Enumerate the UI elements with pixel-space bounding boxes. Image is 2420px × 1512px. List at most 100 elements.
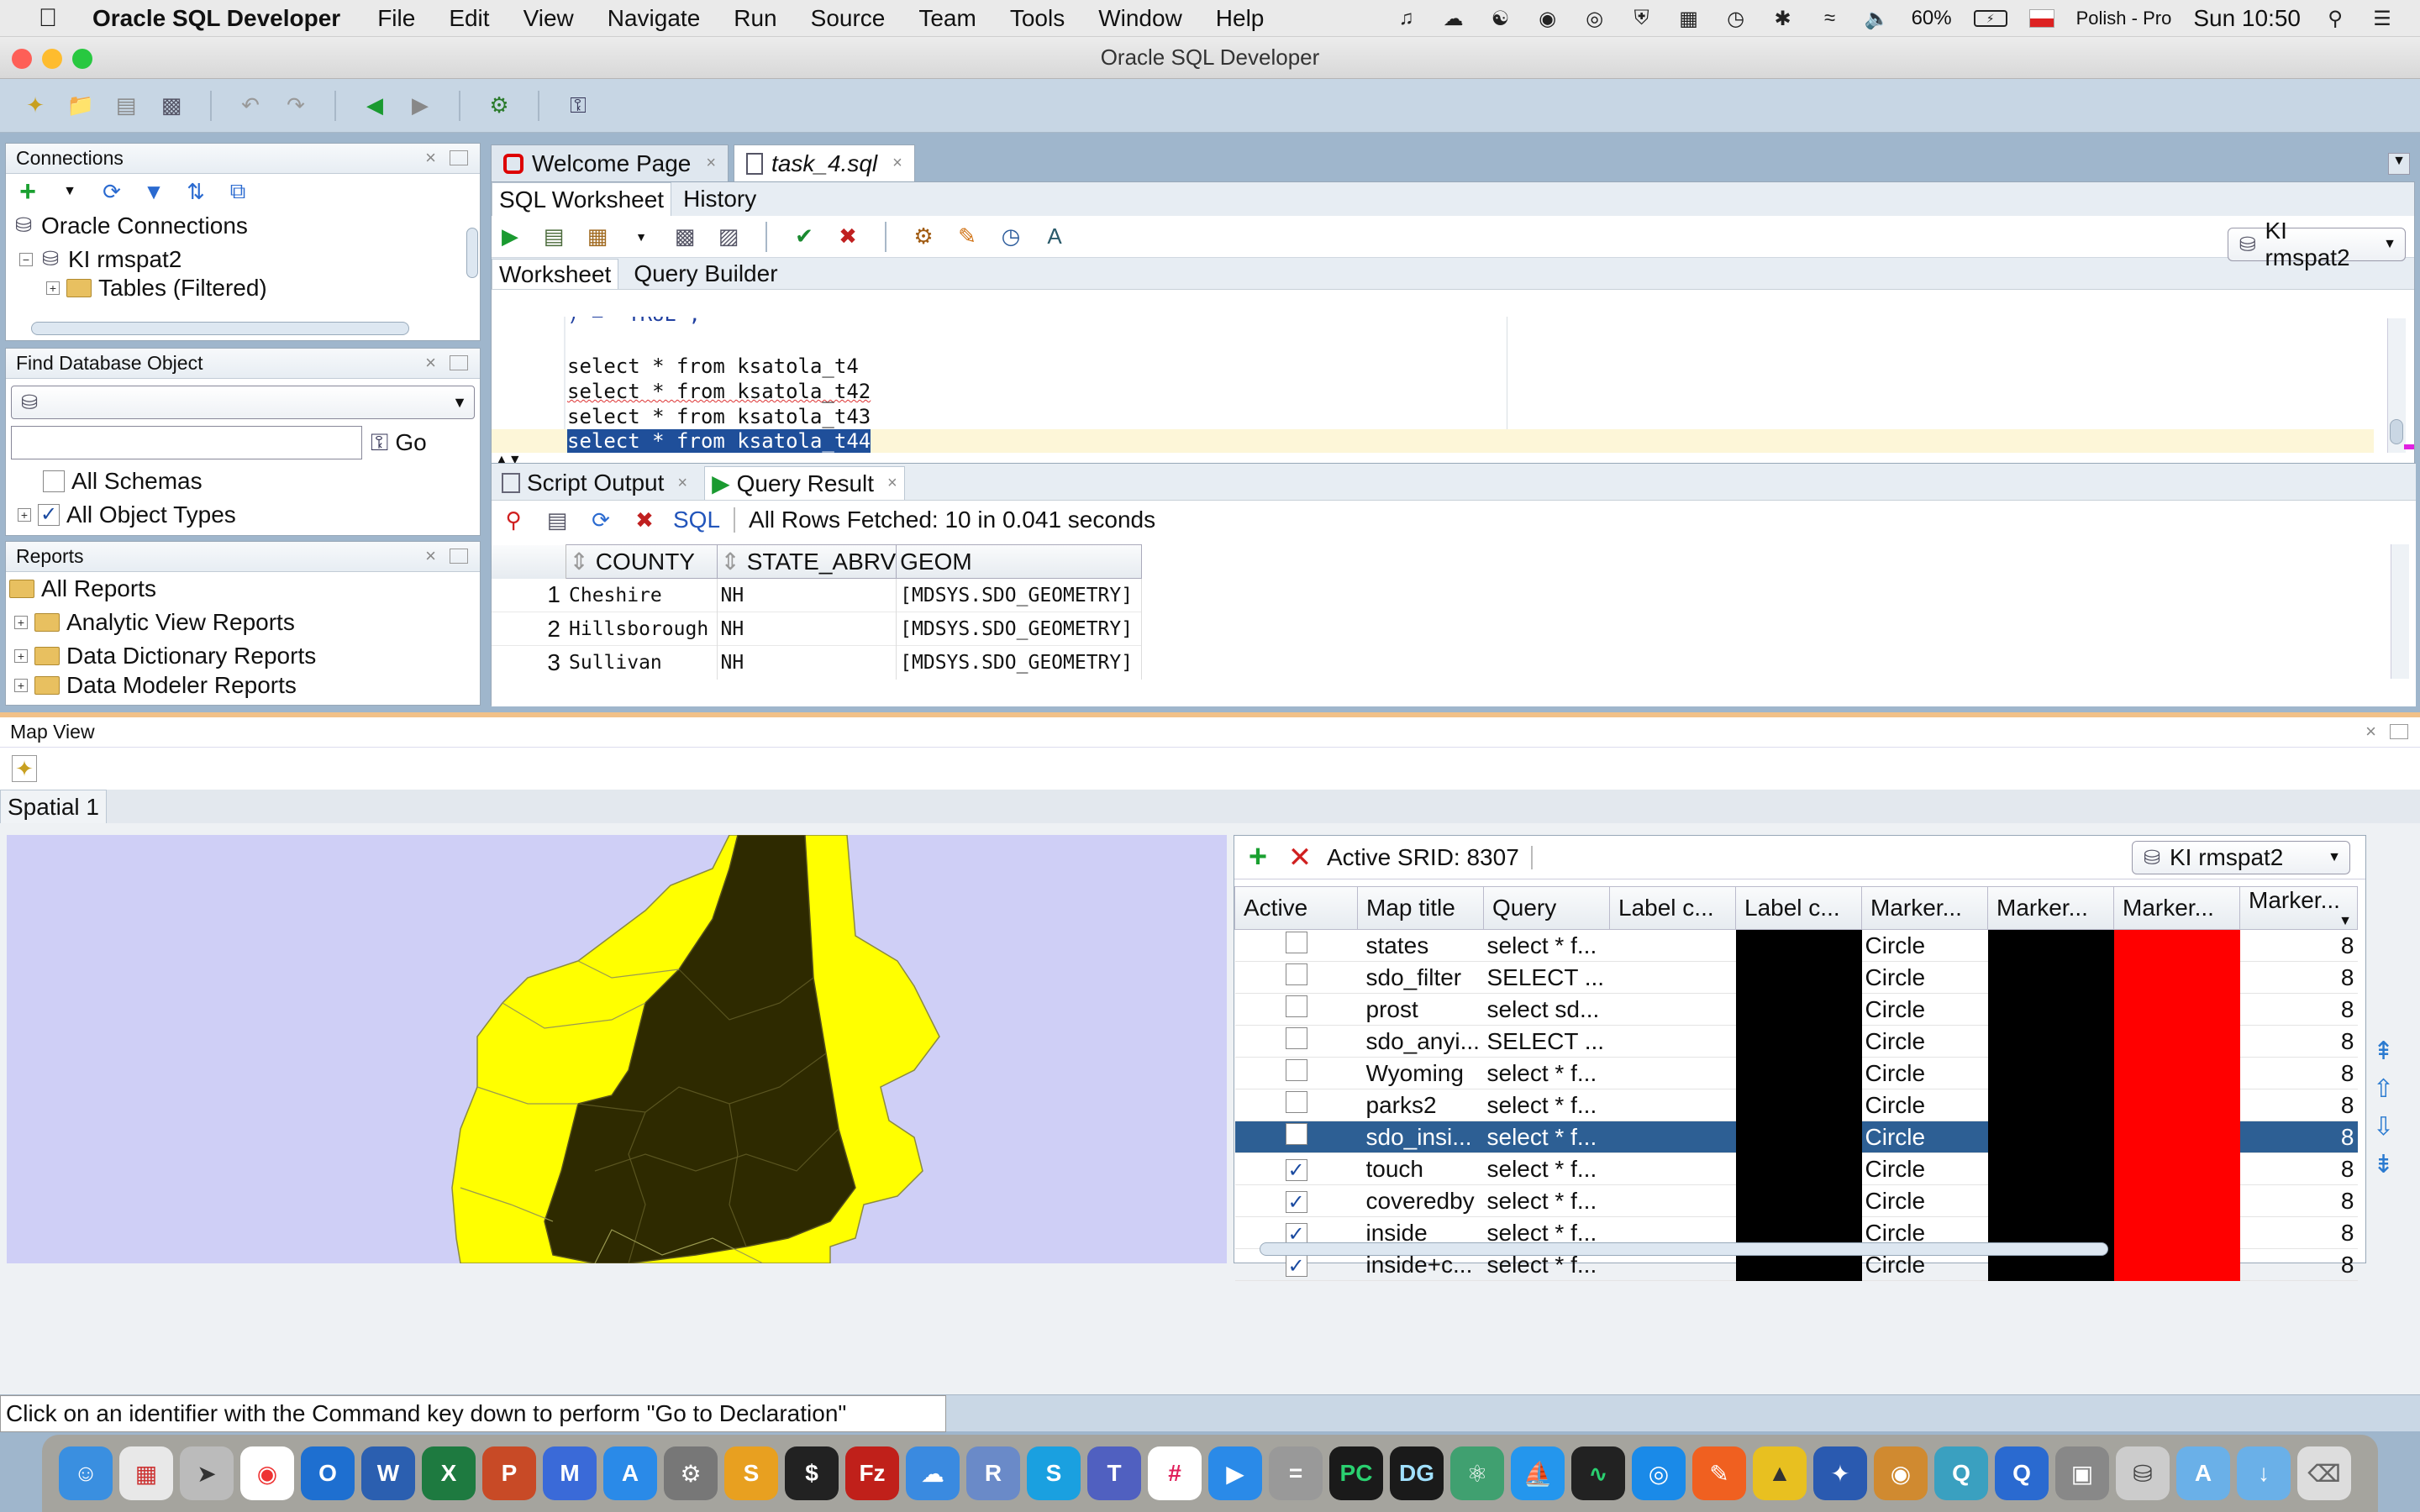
cell-label-color[interactable]: [1735, 1152, 1862, 1185]
safari-icon[interactable]: ◎: [1632, 1446, 1686, 1500]
close-icon[interactable]: ×: [706, 154, 716, 173]
layer-active-checkbox[interactable]: ✓: [1285, 1255, 1307, 1278]
apple-icon[interactable]: : [34, 4, 62, 33]
outlook-icon[interactable]: O: [301, 1446, 355, 1500]
horizontal-scrollbar[interactable]: [31, 322, 409, 335]
powerpoint-icon[interactable]: P: [482, 1446, 536, 1500]
cell-map-title[interactable]: states: [1357, 929, 1484, 962]
cell-query[interactable]: select * f...: [1483, 1089, 1610, 1121]
cell-query[interactable]: select * f...: [1483, 929, 1610, 962]
close-icon[interactable]: ×: [677, 474, 687, 493]
column-header-query[interactable]: Query: [1483, 886, 1610, 930]
cell-geom[interactable]: [MDSYS.SDO_GEOMETRY]: [896, 612, 1143, 646]
cell-marker-size[interactable]: 8: [2239, 1025, 2358, 1058]
chevron-down-icon[interactable]: ▼: [55, 176, 85, 207]
atom-icon[interactable]: ⚛: [1450, 1446, 1504, 1500]
table-row[interactable]: 1 Cheshire NH [MDSYS.SDO_GEOMETRY]: [492, 578, 1143, 612]
shield-icon[interactable]: ⛨: [1629, 6, 1655, 31]
move-up-icon[interactable]: ⇧: [2373, 1074, 2407, 1104]
cell-county[interactable]: Hillsborough: [566, 612, 718, 646]
filter-icon[interactable]: ▼: [139, 176, 169, 207]
cell-marker-fill[interactable]: [2113, 1184, 2240, 1217]
menu-tools[interactable]: Tools: [1010, 5, 1065, 32]
cell-map-title[interactable]: sdo_insi...: [1357, 1121, 1484, 1153]
cell-map-title[interactable]: prost: [1357, 993, 1484, 1026]
tab-task-4-sql[interactable]: task_4.sql ×: [734, 144, 915, 181]
layer-active-checkbox[interactable]: [1285, 1027, 1307, 1049]
close-icon[interactable]: ×: [425, 147, 436, 169]
cell-marker-size[interactable]: 8: [2239, 1184, 2358, 1217]
layers-horizontal-scrollbar[interactable]: [1260, 1242, 2108, 1256]
refresh-icon[interactable]: ⟳: [586, 505, 616, 535]
new-map-icon[interactable]: ✦: [12, 755, 37, 782]
search-input[interactable]: [11, 426, 362, 459]
cell-label-column[interactable]: [1609, 929, 1736, 962]
layer-row[interactable]: sdo_filter SELECT ... Circle 8: [1234, 961, 2358, 994]
list-icon[interactable]: ☰: [2370, 6, 2395, 31]
qgis-icon[interactable]: Q: [1934, 1446, 1988, 1500]
back-icon[interactable]: ◀: [360, 91, 390, 121]
sql-connection-icon[interactable]: ⚙: [484, 91, 514, 121]
wifi-icon[interactable]: ≈: [1818, 6, 1843, 31]
layer-row[interactable]: sdo_anyi... SELECT ... Circle 8: [1234, 1025, 2358, 1058]
forward-icon[interactable]: ▶: [405, 91, 435, 121]
docker-icon[interactable]: ⛵: [1511, 1446, 1565, 1500]
save-all-icon[interactable]: ▩: [156, 91, 187, 121]
cell-state[interactable]: NH: [717, 578, 897, 612]
grid-icon[interactable]: ▦: [1676, 6, 1702, 31]
cell-query[interactable]: select * f...: [1483, 1152, 1610, 1185]
cell-state[interactable]: NH: [717, 645, 897, 680]
cell-marker-size[interactable]: 8: [2239, 1216, 2358, 1249]
cell-marker-color[interactable]: [1987, 961, 2114, 994]
cell-marker-shape[interactable]: Circle: [1861, 961, 1988, 994]
skype-icon[interactable]: S: [1027, 1446, 1081, 1500]
downloads-folder-icon[interactable]: ↓: [2237, 1446, 2291, 1500]
results-vertical-scrollbar[interactable]: [2391, 544, 2409, 679]
minimize-icon[interactable]: [2390, 724, 2408, 739]
chevron-down-icon[interactable]: ▼: [626, 222, 656, 252]
cell-active[interactable]: [1234, 1025, 1358, 1058]
connection-select[interactable]: ⛁ ▼: [11, 386, 475, 419]
expand-icon[interactable]: +: [18, 508, 31, 522]
cell-marker-size[interactable]: 8: [2239, 1121, 2358, 1153]
column-header-map-title[interactable]: Map title: [1357, 886, 1484, 930]
cell-marker-size[interactable]: 8: [2239, 929, 2358, 962]
cell-marker-fill[interactable]: [2113, 1248, 2240, 1281]
tree-item-analytic-view-reports[interactable]: + Analytic View Reports: [9, 606, 480, 639]
close-icon[interactable]: ×: [425, 352, 436, 374]
column-header-marker-size[interactable]: Marker... ▼: [2239, 886, 2358, 930]
minimize-window-button[interactable]: [42, 49, 62, 69]
cell-map-title[interactable]: sdo_anyi...: [1357, 1025, 1484, 1058]
tree-item-tables[interactable]: + Tables (Filtered): [13, 276, 480, 300]
cell-marker-size[interactable]: 8: [2239, 993, 2358, 1026]
move-bottom-icon[interactable]: ⇟: [2373, 1150, 2407, 1179]
search-icon[interactable]: ⚲: [2323, 6, 2348, 31]
add-connection-icon[interactable]: +: [13, 176, 43, 207]
tree-item-data-dictionary-reports[interactable]: + Data Dictionary Reports: [9, 639, 480, 673]
cell-active[interactable]: [1234, 929, 1358, 962]
cell-query[interactable]: SELECT ...: [1483, 961, 1610, 994]
cell-geom[interactable]: [MDSYS.SDO_GEOMETRY]: [896, 645, 1143, 680]
run-script-icon[interactable]: ▤: [539, 222, 569, 252]
cell-marker-shape[interactable]: Circle: [1861, 1184, 1988, 1217]
cell-marker-size[interactable]: 8: [2239, 1152, 2358, 1185]
terminal-icon[interactable]: $: [785, 1446, 839, 1500]
tree-item-oracle-connections[interactable]: ⛁ Oracle Connections: [13, 209, 480, 243]
layer-row[interactable]: sdo_insi... select * f... Circle 8: [1234, 1121, 2358, 1153]
menu-run[interactable]: Run: [734, 5, 776, 32]
cell-active[interactable]: ✓: [1234, 1152, 1358, 1185]
add-layer-icon[interactable]: +: [1243, 839, 1273, 874]
column-header-marker-color[interactable]: Marker...: [1987, 886, 2114, 930]
zoom-icon[interactable]: ▶: [1208, 1446, 1262, 1500]
cell-marker-color[interactable]: [1987, 993, 2114, 1026]
cell-marker-color[interactable]: [1987, 1089, 2114, 1121]
cell-label-column[interactable]: [1609, 993, 1736, 1026]
cell-label-color[interactable]: [1735, 1184, 1862, 1217]
layer-active-checkbox[interactable]: [1285, 1123, 1307, 1145]
cell-state[interactable]: NH: [717, 612, 897, 646]
menu-navigate[interactable]: Navigate: [608, 5, 701, 32]
cell-label-color[interactable]: [1735, 1089, 1862, 1121]
map-connection-selector[interactable]: ⛁ KI rmspat2 ▼: [2132, 841, 2350, 874]
menu-source[interactable]: Source: [811, 5, 886, 32]
layer-active-checkbox[interactable]: [1285, 932, 1307, 953]
